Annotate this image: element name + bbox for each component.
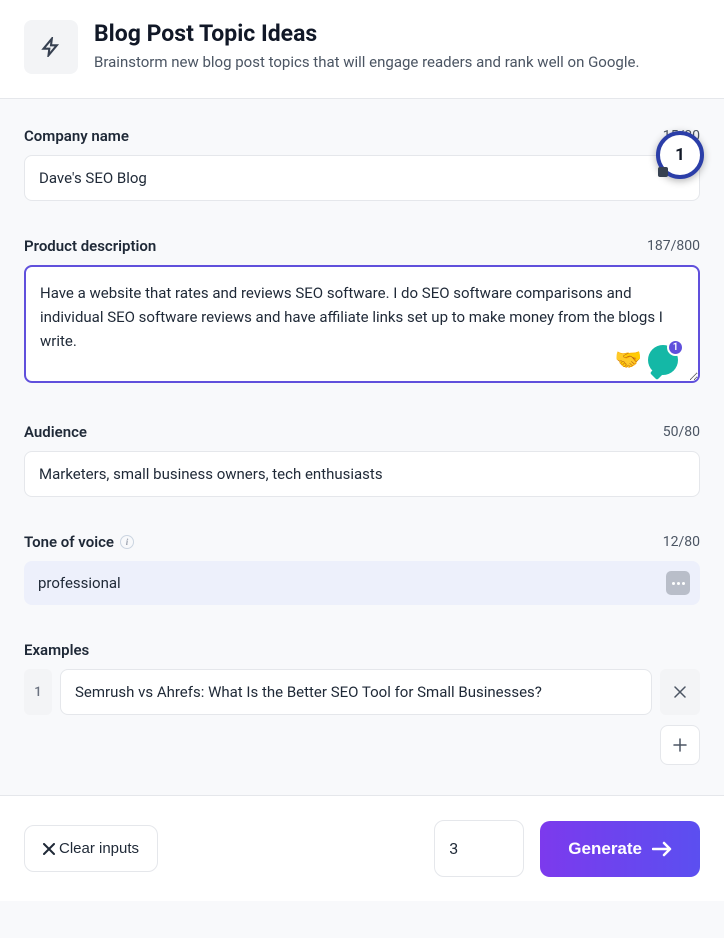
footer-bar: Clear inputs Generate — [0, 795, 724, 901]
generate-count-input[interactable] — [434, 820, 524, 877]
description-input[interactable] — [24, 265, 700, 383]
tone-field: Tone of voice i 12/80 — [24, 533, 700, 605]
remove-example-button[interactable] — [660, 669, 700, 715]
page-title: Blog Post Topic Ideas — [94, 20, 639, 47]
audience-label: Audience — [24, 423, 87, 441]
tone-input[interactable] — [24, 561, 700, 605]
description-field: Product description 187/800 🤝 1 — [24, 237, 700, 387]
info-icon[interactable]: i — [120, 535, 134, 549]
company-label: Company name — [24, 127, 129, 145]
example-input[interactable] — [60, 669, 652, 715]
chat-widget-icon[interactable]: 1 — [648, 345, 678, 375]
description-label: Product description — [24, 237, 156, 255]
tone-options-icon[interactable] — [666, 571, 690, 595]
close-icon — [43, 843, 55, 855]
page-header: Blog Post Topic Ideas Brainstorm new blo… — [0, 0, 724, 99]
form-area: Company name 15/80 1 Product description… — [0, 99, 724, 795]
audience-count: 50/80 — [663, 424, 700, 440]
floating-widgets: 🤝 1 — [615, 345, 678, 375]
plus-icon — [673, 738, 687, 752]
audience-input[interactable] — [24, 451, 700, 497]
company-input[interactable] — [24, 155, 700, 201]
example-row: 1 — [24, 669, 700, 715]
clear-inputs-button[interactable]: Clear inputs — [24, 825, 158, 872]
tone-count: 12/80 — [663, 534, 700, 550]
chat-notification-badge: 1 — [667, 339, 684, 356]
tone-label: Tone of voice i — [24, 533, 134, 551]
close-icon — [674, 686, 686, 698]
arrow-right-icon — [652, 841, 672, 857]
generate-button[interactable]: Generate — [540, 821, 700, 877]
examples-label: Examples — [24, 641, 89, 659]
add-example-button[interactable] — [660, 725, 700, 765]
lightning-icon — [24, 20, 78, 74]
description-count: 187/800 — [647, 238, 700, 254]
audience-field: Audience 50/80 — [24, 423, 700, 497]
company-field: Company name 15/80 1 — [24, 127, 700, 201]
example-number: 1 — [24, 669, 52, 715]
step-badge[interactable]: 1 — [656, 131, 704, 179]
examples-field: Examples 1 — [24, 641, 700, 765]
page-subtitle: Brainstorm new blog post topics that wil… — [94, 51, 639, 74]
handshake-icon[interactable]: 🤝 — [615, 348, 642, 373]
